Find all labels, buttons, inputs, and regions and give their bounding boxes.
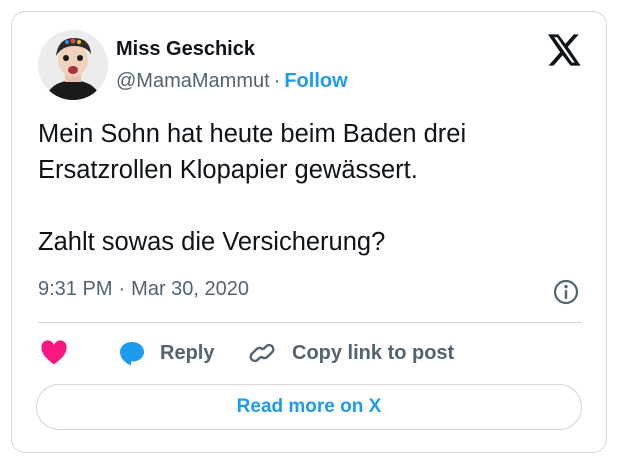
follow-link[interactable]: Follow xyxy=(284,70,347,92)
avatar-image xyxy=(38,30,108,100)
author-handle-row: @MamaMammut · Follow xyxy=(116,70,348,93)
author-display-name[interactable]: Miss Geschick xyxy=(116,38,255,61)
tweet-card: Miss Geschick @MamaMammut · Follow Mein So… xyxy=(11,11,607,453)
speech-bubble-icon xyxy=(120,342,144,366)
timestamp-separator: · xyxy=(118,278,126,300)
avatar[interactable] xyxy=(38,30,108,100)
like-button[interactable] xyxy=(40,338,68,368)
info-icon[interactable] xyxy=(552,278,580,306)
author-handle[interactable]: @MamaMammut xyxy=(116,70,270,92)
heart-icon xyxy=(41,340,67,365)
tweet-timestamp[interactable]: 9:31 PM · Mar 30, 2020 xyxy=(38,278,249,301)
tweet-date: Mar 30, 2020 xyxy=(131,278,250,300)
read-more-button[interactable]: Read more on X xyxy=(36,384,582,430)
link-icon xyxy=(249,343,275,363)
reply-button[interactable]: Reply xyxy=(118,338,214,368)
read-more-label: Read more on X xyxy=(236,396,382,417)
reply-label: Reply xyxy=(160,341,215,364)
copy-link-label: Copy link to post xyxy=(292,341,455,364)
tweet-time: 9:31 PM xyxy=(38,278,113,300)
x-logo-icon[interactable] xyxy=(548,34,582,66)
tweet-text: Mein Sohn hat heute beim Baden drei Ersa… xyxy=(38,120,467,256)
divider xyxy=(38,322,582,323)
handle-separator: · xyxy=(273,70,281,92)
copy-link-button[interactable]: Copy link to post xyxy=(248,338,454,368)
